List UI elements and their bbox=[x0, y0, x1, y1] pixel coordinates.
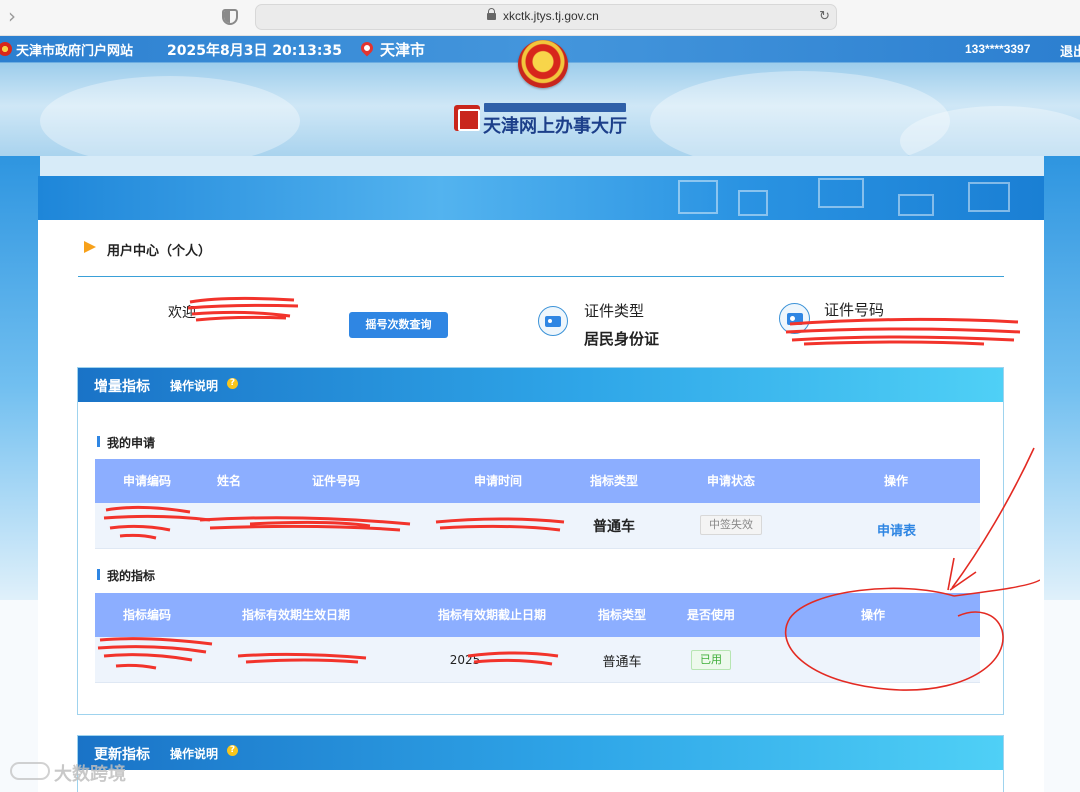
col-valid-end-date: 指标有效期截止日期 bbox=[437, 608, 546, 622]
subsection-marker bbox=[97, 569, 100, 580]
quota-type: 普通车 bbox=[602, 654, 642, 670]
col-valid-start-date: 指标有效期生效日期 bbox=[241, 608, 350, 622]
incremental-quota-title: 增量指标 bbox=[94, 379, 150, 395]
watermark-logo-icon bbox=[10, 762, 50, 780]
redaction-application-row bbox=[103, 505, 565, 540]
col-quota-type: 指标类型 bbox=[597, 608, 646, 622]
logout-link[interactable]: 退出 bbox=[1060, 41, 1080, 60]
portal-link[interactable]: 天津市政府门户网站 bbox=[16, 40, 133, 59]
sky-background-right bbox=[1044, 156, 1080, 616]
city-selector[interactable]: 天津市 bbox=[380, 39, 425, 60]
col-quota-type: 指标类型 bbox=[589, 474, 638, 488]
redaction-certificate-number bbox=[785, 317, 1021, 346]
site-name[interactable]: 天津网上办事大厅 bbox=[483, 112, 627, 138]
site-subtitle-bar bbox=[484, 103, 626, 112]
reload-icon[interactable]: ↻ bbox=[819, 9, 830, 24]
sky-background-left bbox=[0, 156, 40, 616]
application-status-badge: 中签失效 bbox=[700, 515, 762, 535]
redaction-welcome-name bbox=[187, 296, 299, 322]
col-quota-code: 指标编码 bbox=[122, 608, 171, 622]
divider bbox=[78, 276, 1004, 277]
current-datetime: 2025年8月3日 20:13:35 bbox=[167, 43, 342, 59]
application-quota-type: 普通车 bbox=[593, 519, 635, 535]
site-header: 天津市政府门户网站 2025年8月3日 20:13:35 天津市 133****… bbox=[0, 36, 1080, 156]
decorative-banner bbox=[38, 176, 1044, 220]
url-text: xkctk.jtys.tj.gov.cn bbox=[503, 9, 599, 23]
certificate-type-label: 证件类型 bbox=[584, 302, 645, 320]
user-phone[interactable]: 133****3397 bbox=[965, 42, 1030, 56]
id-card-icon bbox=[538, 306, 568, 336]
forward-icon[interactable]: › bbox=[8, 6, 26, 26]
my-applications-title: 我的申请 bbox=[107, 436, 156, 450]
subsection-marker bbox=[97, 436, 100, 447]
help-icon[interactable]: ? bbox=[227, 745, 238, 756]
operation-help-link[interactable]: 操作说明 bbox=[170, 745, 218, 762]
certificate-type-value: 居民身份证 bbox=[584, 330, 660, 348]
arrow-right-icon bbox=[84, 241, 96, 253]
national-emblem-icon bbox=[518, 40, 568, 88]
address-bar[interactable]: xkctk.jtys.tj.gov.cn ↻ bbox=[255, 4, 837, 30]
user-center-title: 用户中心（个人） bbox=[107, 244, 212, 259]
lock-icon bbox=[487, 8, 496, 20]
browser-toolbar: › xkctk.jtys.tj.gov.cn ↻ bbox=[0, 0, 1080, 36]
col-application-time: 申请时间 bbox=[473, 474, 522, 488]
watermark-text: 大数跨境 bbox=[54, 764, 126, 785]
col-is-used: 是否使用 bbox=[686, 608, 735, 622]
col-application-code: 申请编码 bbox=[122, 474, 171, 488]
my-quota-title: 我的指标 bbox=[107, 569, 156, 583]
used-status-badge: 已用 bbox=[691, 650, 731, 670]
privacy-shield-icon[interactable] bbox=[222, 9, 238, 25]
col-name: 姓名 bbox=[216, 474, 241, 488]
annotation-circle-arrow bbox=[784, 447, 1040, 691]
col-id-number: 证件号码 bbox=[311, 474, 360, 488]
lottery-count-query-button[interactable]: 摇号次数查询 bbox=[349, 312, 448, 338]
site-logo-icon bbox=[454, 105, 480, 131]
redaction-quota-row bbox=[97, 637, 559, 670]
operation-help-link[interactable]: 操作说明 bbox=[170, 377, 218, 394]
help-icon[interactable]: ? bbox=[227, 378, 238, 389]
